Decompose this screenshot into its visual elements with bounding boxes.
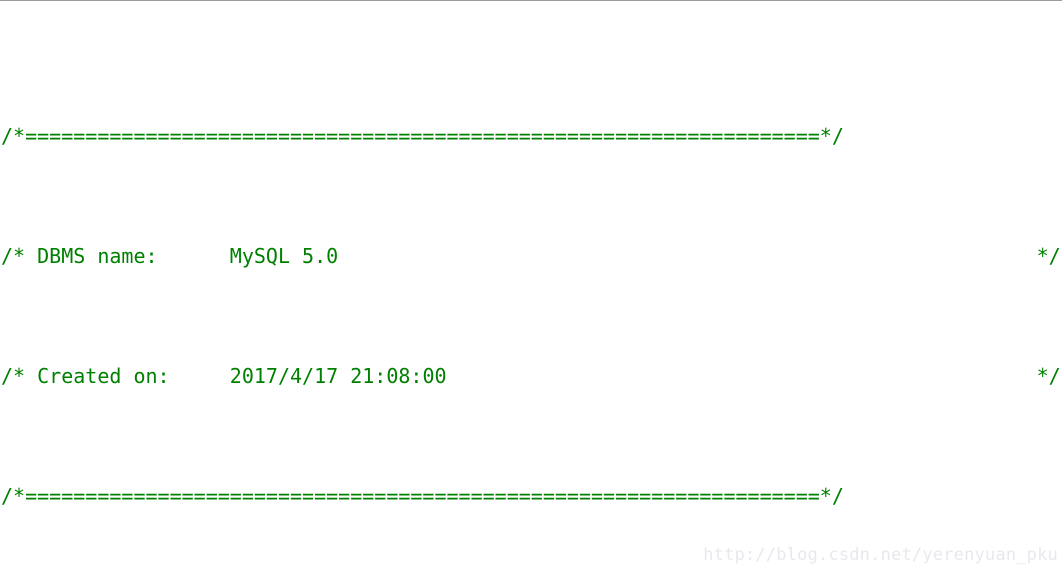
comment-rule-line: /*======================================… [0, 121, 1062, 151]
sql-code-block[interactable]: /*======================================… [0, 1, 1062, 571]
created-on-line: /* Created on: 2017/4/17 21:08:00 */ [0, 361, 1062, 391]
created-line-pad [447, 364, 1037, 388]
comment-rule-text: /*======================================… [1, 124, 844, 148]
comment-close-marker: */ [1036, 364, 1061, 388]
comment-close-marker: */ [1036, 244, 1061, 268]
dbms-name-line: /* DBMS name: MySQL 5.0 */ [0, 241, 1062, 271]
watermark-url: http://blog.csdn.net/yerenyuan_pku [703, 545, 1058, 565]
code-screenshot: /*======================================… [0, 0, 1062, 571]
created-on-label: /* Created on: [1, 364, 170, 388]
comment-rule-text: /*======================================… [1, 484, 844, 508]
dbms-name-label: /* DBMS name: [1, 244, 158, 268]
dbms-name-value: MySQL 5.0 [229, 244, 339, 268]
dbms-name-gap [158, 244, 230, 268]
created-on-gap [170, 364, 230, 388]
comment-rule-line: /*======================================… [0, 481, 1062, 511]
created-on-value: 2017/4/17 21:08:00 [229, 364, 447, 388]
dbms-line-pad [338, 244, 1036, 268]
